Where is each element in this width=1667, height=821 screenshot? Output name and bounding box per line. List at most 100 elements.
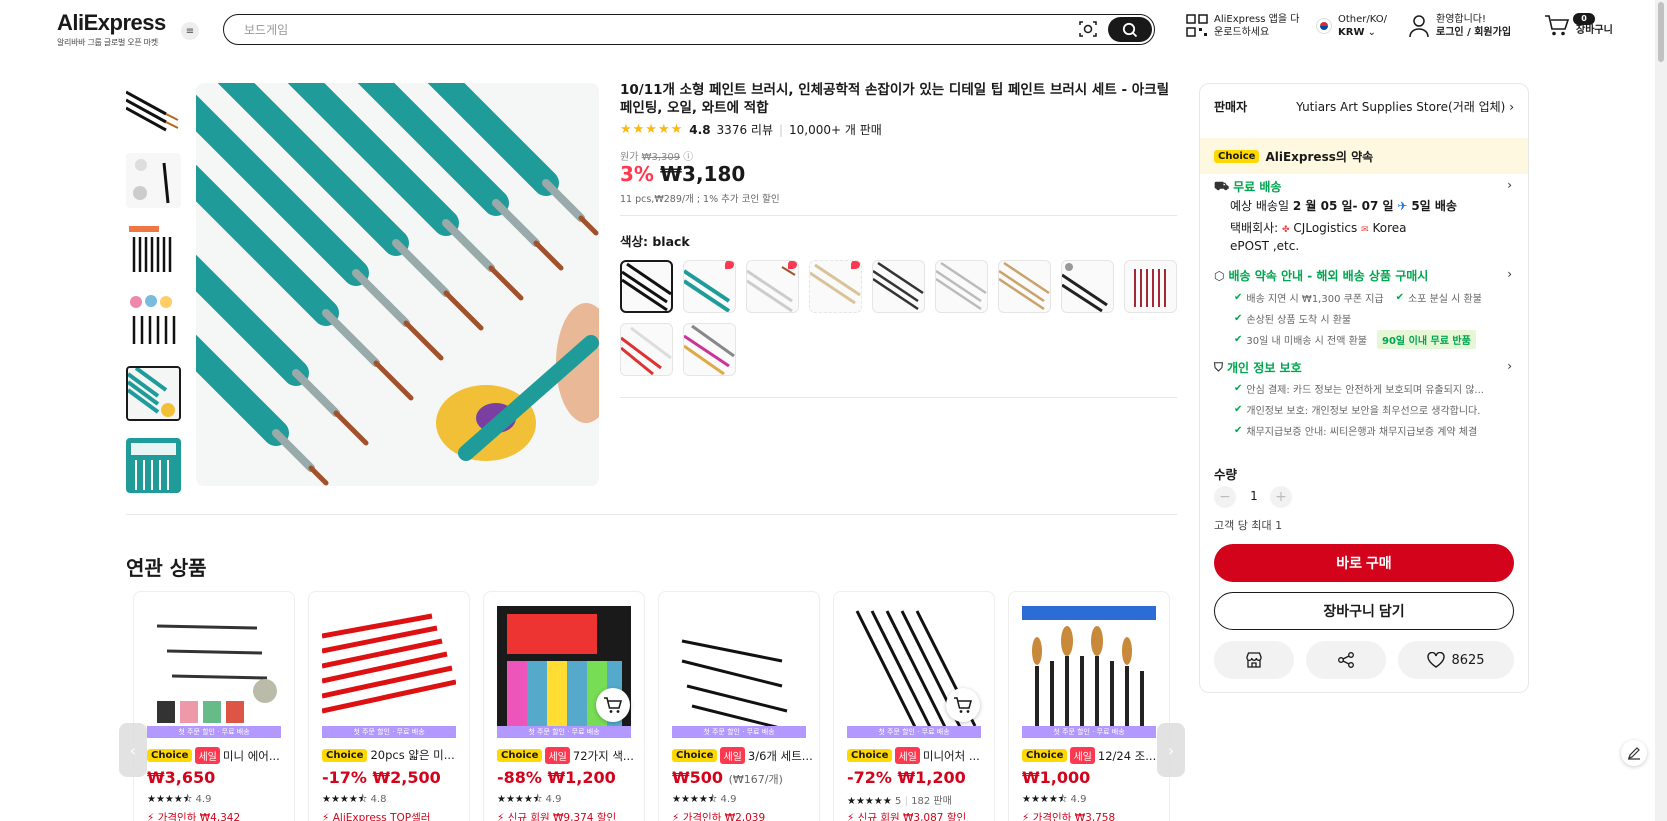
buy-now-button[interactable]: 바로 구매 (1214, 544, 1514, 582)
chevron-right-icon[interactable]: › (1507, 178, 1512, 192)
search-button[interactable] (1108, 17, 1152, 42)
seller-name[interactable]: Yutiars Art Supplies Store(거래 업체) (1296, 100, 1505, 114)
product-name-row[interactable]: Choice 세일 72가지 색... (497, 747, 637, 764)
product-name-row[interactable]: Choice 20pcs 얇은 미... (322, 747, 462, 763)
login-signup-link[interactable]: 로그인 / 회원가입 (1436, 27, 1511, 38)
menu-icon[interactable]: ≡ (181, 22, 199, 40)
add-to-cart-button[interactable]: 장바구니 담기 (1214, 592, 1514, 630)
product-price: ₩500 (672, 768, 724, 787)
gallery-thumbnail-active[interactable] (126, 366, 181, 421)
gallery-thumbnail[interactable] (126, 84, 181, 139)
chevron-down-icon: ⌄ (1367, 27, 1377, 38)
chevron-right-icon[interactable]: › (1507, 359, 1512, 373)
color-swatch-black[interactable] (620, 260, 673, 313)
cart-count-badge: 0 (1573, 13, 1595, 25)
related-product-card[interactable]: 첫 주문 할인 · 무료 배송 Choice 세일 미니 에어... ₩3,650 ★★… (133, 591, 295, 821)
main-product-image[interactable] (196, 83, 599, 486)
choice-badge: Choice (322, 748, 368, 762)
sale-badge: 세일 (545, 747, 570, 764)
hot-icon (788, 261, 797, 269)
product-thumbnail[interactable] (1022, 606, 1156, 738)
free-shipping-title[interactable]: ⛟ 무료 배송 (1214, 178, 1281, 195)
quantity-decrease-button[interactable]: − (1214, 486, 1236, 508)
promo-label: 가격인하 ₩3,758 (1032, 812, 1116, 821)
gallery-thumbnail[interactable] (126, 153, 181, 208)
product-thumbnail[interactable] (147, 606, 281, 738)
lightning-icon: ⚡ (672, 812, 680, 821)
wishlist-button[interactable]: 8625 (1398, 641, 1514, 679)
search-input[interactable] (244, 21, 1064, 39)
product-thumbnail[interactable] (322, 606, 456, 738)
color-swatch-gray[interactable] (872, 260, 925, 313)
add-to-cart-icon[interactable] (596, 688, 630, 722)
commitment-text: 30일 내 미배송 시 전액 환불 (1246, 336, 1368, 347)
product-name-row[interactable]: Choice 세일 12/24 조... (1022, 747, 1162, 764)
delivery-commitment-title[interactable]: ⬡ 배송 약속 안내 - 해외 배송 상품 구매시 (1214, 267, 1428, 284)
lightning-icon: ⚡ (322, 812, 330, 821)
color-swatch-red[interactable] (1124, 260, 1177, 313)
image-search-icon[interactable] (1077, 19, 1099, 39)
courier-cj: CJLogistics (1293, 221, 1358, 235)
choice-badge: Choice (147, 749, 193, 762)
rating-value: 4.9 (1070, 794, 1087, 805)
product-rating: ★★★★⯪ 4.9 (672, 792, 736, 809)
promo-label: 가격인하 ₩4,342 (157, 812, 241, 821)
gallery-thumbnail[interactable] (126, 292, 181, 347)
gallery-thumbnail[interactable] (126, 222, 181, 277)
account-menu[interactable]: 환영합니다! 로그인 / 회원가입 (1408, 13, 1511, 39)
product-name-row[interactable]: Choice 세일 3/6개 세트... (672, 747, 812, 764)
chevron-right-icon[interactable]: › (1507, 267, 1512, 281)
review-count[interactable]: 3376 리뷰 (717, 121, 773, 138)
gallery-thumbnail[interactable] (126, 438, 181, 493)
check-icon: ✔ (1395, 292, 1404, 303)
check-icon: ✔ (1234, 313, 1243, 324)
heart-icon (1427, 652, 1446, 668)
cart-icon (1545, 15, 1570, 36)
quantity-value[interactable]: 1 (1246, 489, 1262, 503)
color-swatch-multicolor[interactable] (683, 323, 736, 376)
page-scrollbar[interactable] (1655, 0, 1667, 821)
scrollbar-thumb[interactable] (1658, 2, 1664, 62)
courier-etc: ePOST ,etc. (1230, 239, 1300, 253)
add-to-cart-icon[interactable] (946, 688, 980, 722)
share-button[interactable] (1306, 641, 1386, 679)
rating-summary[interactable]: ★★★★★ 4.8 3376 리뷰 | 10,000+ 개 판매 (620, 121, 882, 138)
color-swatch-silver[interactable] (935, 260, 988, 313)
color-swatch-white[interactable] (746, 260, 799, 313)
color-swatch-red-white[interactable] (620, 323, 673, 376)
quantity-increase-button[interactable]: + (1270, 486, 1292, 508)
product-rating: ★★★★★ 5 | 182 판매 (847, 792, 952, 807)
product-name-row[interactable]: Choice 세일 미니 에어... (147, 747, 287, 764)
purchase-panel: 판매자 Yutiars Art Supplies Store(거래 업체) › … (1199, 83, 1529, 693)
product-rating: ★★★★⯪ 4.9 (1022, 792, 1086, 809)
aliexpress-logo[interactable]: AliExpress 알리바바 그룹 글로벌 오픈 마켓 (57, 10, 166, 48)
color-swatch-wood[interactable] (809, 260, 862, 313)
lightning-icon: ⚡ (147, 812, 155, 821)
color-swatch-teal[interactable] (683, 260, 736, 313)
product-name-row[interactable]: Choice 세일 미니어처 ... (847, 747, 987, 764)
product-rating: ★★★★⯪ 4.8 (322, 792, 386, 809)
commitment-item: ✔ 손상된 상품 도착 시 환불 (1234, 311, 1351, 326)
related-product-card[interactable]: 첫 주문 할인 · 무료 배송 Choice 세일 12/24 조... ₩1,000 … (1008, 591, 1170, 821)
sale-badge: 세일 (195, 747, 220, 764)
lightning-icon: ⚡ (1022, 812, 1030, 821)
search-icon (1122, 22, 1138, 37)
privacy-title[interactable]: ⛉ 개인 정보 보호 (1214, 359, 1302, 376)
store-button[interactable] (1214, 641, 1294, 679)
edit-icon[interactable] (1621, 740, 1647, 766)
related-product-card[interactable]: 첫 주문 할인 · 무료 배송 Choice 세일 3/6개 세트... ₩500 (₩… (658, 591, 820, 821)
check-icon: ✔ (1234, 334, 1243, 345)
carousel-next-button[interactable]: › (1157, 723, 1185, 777)
related-product-card[interactable]: 첫 주문 할인 · 무료 배송 Choice 20pcs 얇은 미... -17% ₩… (308, 591, 470, 821)
related-product-card[interactable]: 첫 주문 할인 · 무료 배송 Choice 세일 미니어처 ... -72% ₩1,2… (833, 591, 995, 821)
product-price-row: ₩3,650 (147, 768, 215, 787)
app-download[interactable]: AliExpress 앱을 다 운로드하세요 (1186, 13, 1299, 39)
search-bar (223, 14, 1155, 45)
carousel-prev-button[interactable]: ‹ (119, 723, 147, 777)
seller-row[interactable]: 판매자 Yutiars Art Supplies Store(거래 업체) › (1214, 98, 1514, 115)
product-thumbnail[interactable] (672, 606, 806, 738)
color-swatch-black-silver[interactable] (1061, 260, 1114, 313)
color-swatch-gold[interactable] (998, 260, 1051, 313)
locale-selector[interactable]: Other/KO/KRW ⌄ (1316, 13, 1387, 39)
related-product-card[interactable]: 첫 주문 할인 · 무료 배송 Choice 세일 72가지 색... -88% ₩1,… (483, 591, 645, 821)
